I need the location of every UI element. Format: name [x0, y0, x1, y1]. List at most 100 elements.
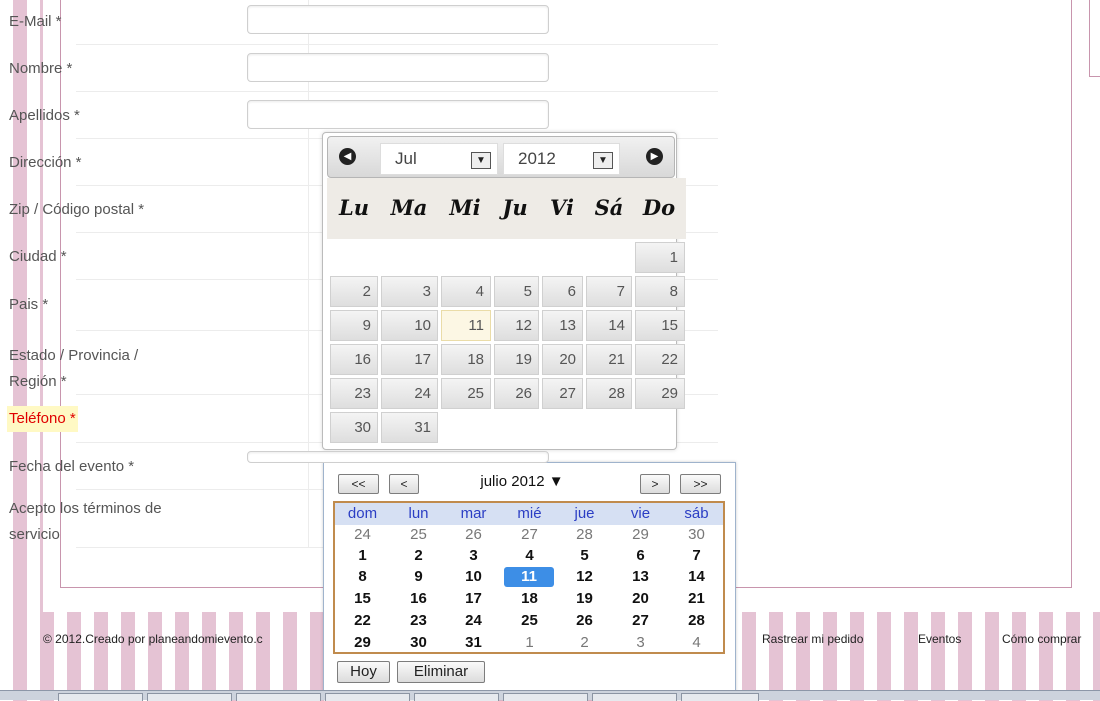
calendar-day[interactable]: 4 — [502, 546, 557, 566]
calendar-day[interactable]: 18 — [502, 589, 557, 609]
calendar-day[interactable]: 8 — [335, 567, 390, 587]
next-circle-icon[interactable]: ▶ — [646, 148, 663, 165]
datepicker-day[interactable]: 7 — [586, 276, 632, 307]
datepicker-day[interactable]: 3 — [381, 276, 438, 307]
datepicker-day[interactable]: 30 — [330, 412, 378, 443]
datepicker-day[interactable]: 22 — [635, 344, 685, 375]
datepicker-day[interactable]: 29 — [635, 378, 685, 409]
next-month-button[interactable]: > — [640, 474, 670, 494]
datepicker-day[interactable]: 26 — [494, 378, 539, 409]
prev-month-button[interactable]: < — [389, 474, 419, 494]
datepicker-day[interactable]: 17 — [381, 344, 438, 375]
calendar-day[interactable]: 9 — [391, 567, 446, 587]
calendar-day[interactable]: 28 — [557, 525, 612, 545]
next-year-button[interactable]: >> — [680, 474, 721, 494]
datepicker-day[interactable]: 20 — [542, 344, 583, 375]
calendar-day[interactable]: 24 — [446, 611, 501, 631]
calendar-weekday: sáb — [684, 505, 709, 522]
calendar-day[interactable]: 14 — [669, 567, 724, 587]
calendar-day[interactable]: 13 — [613, 567, 668, 587]
datepicker-day[interactable]: 2 — [330, 276, 378, 307]
calendar-day[interactable]: 5 — [557, 546, 612, 566]
calendar-day[interactable]: 1 — [502, 633, 557, 653]
prev-circle-icon[interactable]: ◀ — [339, 148, 356, 165]
calendar-day[interactable]: 16 — [391, 589, 446, 609]
calendar-day[interactable]: 3 — [446, 546, 501, 566]
calendar-day[interactable]: 25 — [502, 611, 557, 631]
calendar-day[interactable]: 7 — [669, 546, 724, 566]
field-label-nombre: Nombre * — [9, 60, 73, 77]
datepicker-day[interactable]: 1 — [635, 242, 685, 273]
datepicker-day[interactable]: 8 — [635, 276, 685, 307]
calendar-day[interactable]: 3 — [613, 633, 668, 653]
datepicker-day[interactable]: 10 — [381, 310, 438, 341]
footer-link-events[interactable]: Eventos — [918, 632, 961, 646]
field-label-estado: Estado / Provincia / — [9, 347, 139, 364]
calendar-day[interactable]: 11 — [504, 567, 554, 587]
datepicker-day[interactable]: 27 — [542, 378, 583, 409]
datepicker-day[interactable]: 28 — [586, 378, 632, 409]
calendar-day[interactable]: 1 — [335, 546, 390, 566]
month-select[interactable]: Jul ▼ — [380, 143, 498, 175]
calendar-day[interactable]: 17 — [446, 589, 501, 609]
datepicker-day[interactable]: 25 — [441, 378, 491, 409]
datepicker-day[interactable]: 11 — [441, 310, 491, 341]
calendar-day[interactable]: 30 — [391, 633, 446, 653]
datepicker-header: ◀ Jul ▼ 2012 ▼ ▶ — [327, 136, 675, 178]
datepicker-day[interactable]: 16 — [330, 344, 378, 375]
calendar-day[interactable]: 29 — [335, 633, 390, 653]
field-label-terminos: Acepto los términos de — [9, 500, 162, 517]
datepicker-day[interactable]: 4 — [441, 276, 491, 307]
datepicker-day[interactable]: 18 — [441, 344, 491, 375]
apellidos-field[interactable] — [247, 100, 549, 129]
datepicker-day[interactable]: 6 — [542, 276, 583, 307]
calendar-day[interactable]: 20 — [613, 589, 668, 609]
weekday-header: Ju — [502, 195, 528, 220]
datepicker-day[interactable]: 24 — [381, 378, 438, 409]
calendar-day[interactable]: 19 — [557, 589, 612, 609]
calendar-day[interactable]: 15 — [335, 589, 390, 609]
form-row-divider — [308, 139, 309, 185]
calendar-day[interactable]: 12 — [557, 567, 612, 587]
datepicker-day[interactable]: 31 — [381, 412, 438, 443]
datepicker-day[interactable]: 21 — [586, 344, 632, 375]
calendar-day[interactable]: 25 — [391, 525, 446, 545]
datepicker-day[interactable]: 9 — [330, 310, 378, 341]
fecha-field[interactable] — [247, 451, 549, 463]
calendar-day[interactable]: 27 — [613, 611, 668, 631]
calendar-day[interactable]: 2 — [391, 546, 446, 566]
calendar-day[interactable]: 28 — [669, 611, 724, 631]
datepicker-day[interactable]: 14 — [586, 310, 632, 341]
datepicker-day[interactable]: 23 — [330, 378, 378, 409]
datepicker-day[interactable]: 15 — [635, 310, 685, 341]
footer-link-how-to-buy[interactable]: Cómo comprar — [1002, 632, 1081, 646]
datepicker-day[interactable]: 12 — [494, 310, 539, 341]
calendar-day[interactable]: 31 — [446, 633, 501, 653]
datepicker-day[interactable]: 19 — [494, 344, 539, 375]
calendar-day[interactable]: 29 — [613, 525, 668, 545]
calendar-month-title[interactable]: julio 2012 ▼ — [452, 473, 592, 491]
calendar-day[interactable]: 30 — [669, 525, 724, 545]
today-button[interactable]: Hoy — [337, 661, 390, 683]
prev-year-button[interactable]: << — [338, 474, 379, 494]
footer-link-track-order[interactable]: Rastrear mi pedido — [762, 632, 863, 646]
calendar-day[interactable]: 24 — [335, 525, 390, 545]
calendar-day[interactable]: 2 — [557, 633, 612, 653]
year-select-value: 2012 — [518, 149, 556, 168]
field-label-apellidos: Apellidos * — [9, 107, 80, 124]
calendar-day[interactable]: 27 — [502, 525, 557, 545]
year-select[interactable]: 2012 ▼ — [503, 143, 620, 175]
nombre-field[interactable] — [247, 53, 549, 82]
calendar-day[interactable]: 4 — [669, 633, 724, 653]
clear-button[interactable]: Eliminar — [397, 661, 485, 683]
email-field[interactable] — [247, 5, 549, 34]
calendar-day[interactable]: 10 — [446, 567, 501, 587]
datepicker-day[interactable]: 13 — [542, 310, 583, 341]
calendar-day[interactable]: 21 — [669, 589, 724, 609]
calendar-day[interactable]: 6 — [613, 546, 668, 566]
calendar-day[interactable]: 23 — [391, 611, 446, 631]
calendar-day[interactable]: 22 — [335, 611, 390, 631]
calendar-day[interactable]: 26 — [446, 525, 501, 545]
calendar-day[interactable]: 26 — [557, 611, 612, 631]
datepicker-day[interactable]: 5 — [494, 276, 539, 307]
